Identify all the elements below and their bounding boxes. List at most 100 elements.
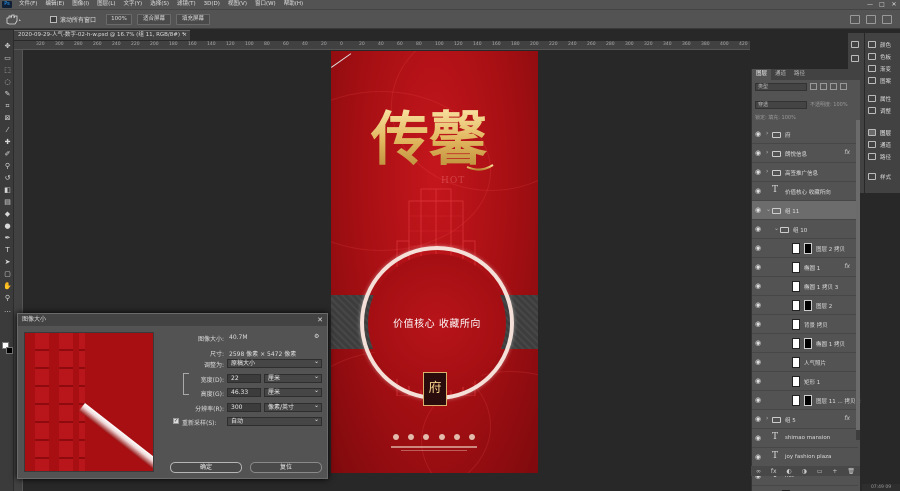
- layer-row[interactable]: ◉ 图层 2: [752, 296, 858, 315]
- menu-type[interactable]: 文字(Y): [120, 0, 147, 9]
- layer-row[interactable]: ◉ ⌄ 组 10: [752, 220, 858, 239]
- visibility-eye-icon[interactable]: ◉: [755, 263, 763, 271]
- clone-stamp-tool-icon[interactable]: ⚲: [3, 162, 12, 170]
- tab-layers[interactable]: 图层: [752, 69, 772, 80]
- swatches-icon[interactable]: [868, 53, 876, 60]
- background-color-swatch[interactable]: [6, 347, 13, 354]
- history-brush-tool-icon[interactable]: ↺: [3, 174, 12, 182]
- layer-thumbnail[interactable]: [792, 300, 800, 311]
- menu-edit[interactable]: 编辑(E): [41, 0, 68, 9]
- history-icon[interactable]: [851, 41, 859, 48]
- layer-thumbnail[interactable]: [792, 395, 800, 406]
- layer-thumbnail[interactable]: [792, 357, 800, 368]
- type-tool-icon[interactable]: T: [3, 246, 12, 254]
- visibility-eye-icon[interactable]: ◉: [755, 415, 763, 423]
- filter-pixel-icon[interactable]: [810, 83, 817, 90]
- width-input[interactable]: 22: [227, 374, 261, 383]
- dock-label-pattern[interactable]: 图案: [880, 77, 891, 85]
- layer-effects-icon[interactable]: fx: [844, 149, 850, 156]
- lasso-tool-icon[interactable]: ◌: [3, 78, 12, 86]
- group-expand-chevron-icon[interactable]: ›: [766, 149, 768, 156]
- visibility-eye-icon[interactable]: ◉: [755, 301, 763, 309]
- crop-tool-icon[interactable]: ⌗: [3, 102, 12, 110]
- layer-filter-select[interactable]: 类型: [755, 83, 807, 91]
- fill-screen-button[interactable]: 填充屏幕: [176, 14, 210, 25]
- close-document-icon[interactable]: ×: [182, 31, 187, 40]
- group-expand-chevron-icon[interactable]: ⌄: [774, 225, 779, 232]
- move-tool-icon[interactable]: ✥: [3, 42, 12, 50]
- maximize-button[interactable]: □: [876, 0, 888, 9]
- width-unit-select[interactable]: 厘米: [264, 373, 322, 383]
- layers-scrollbar-thumb[interactable]: [856, 120, 860, 430]
- layer-mask-thumbnail[interactable]: [804, 338, 812, 349]
- dock-label-adjustments[interactable]: 调整: [880, 107, 891, 115]
- add-mask-icon[interactable]: ◐: [786, 468, 791, 475]
- visibility-eye-icon[interactable]: ◉: [755, 130, 763, 138]
- dock-label-styles[interactable]: 样式: [880, 173, 891, 181]
- visibility-eye-icon[interactable]: ◉: [755, 377, 763, 385]
- visibility-eye-icon[interactable]: ◉: [755, 453, 763, 461]
- layer-row[interactable]: ◉ 图层 2 拷贝: [752, 239, 858, 258]
- layers-icon[interactable]: [868, 129, 876, 136]
- group-expand-chevron-icon[interactable]: ›: [766, 168, 768, 175]
- resolution-input[interactable]: 300: [227, 403, 261, 412]
- dialog-close-icon[interactable]: ✕: [317, 314, 323, 326]
- gradient-icon[interactable]: [868, 65, 876, 72]
- menu-view[interactable]: 视图(V): [224, 0, 251, 9]
- layers-scrollbar[interactable]: [856, 120, 860, 440]
- adjustment-layer-icon[interactable]: ◑: [802, 468, 807, 475]
- new-group-icon[interactable]: ▭: [817, 468, 823, 475]
- zoom-tool-icon[interactable]: ⚲: [3, 294, 12, 302]
- resample-select[interactable]: 自动: [227, 416, 322, 426]
- menu-help[interactable]: 帮助(H): [280, 0, 307, 9]
- layer-mask-thumbnail[interactable]: [804, 243, 812, 254]
- color-swatches[interactable]: [2, 342, 13, 354]
- menu-filter[interactable]: 滤镜(T): [173, 0, 200, 9]
- ok-button[interactable]: 确定: [170, 462, 242, 473]
- more-tools-icon[interactable]: …: [3, 306, 12, 314]
- visibility-eye-icon[interactable]: ◉: [755, 244, 763, 252]
- layer-thumbnail[interactable]: [792, 319, 800, 330]
- layer-thumbnail[interactable]: [792, 376, 800, 387]
- artboard-tool-icon[interactable]: ▭: [3, 54, 12, 62]
- menu-file[interactable]: 文件(F): [15, 0, 41, 9]
- document-tab[interactable]: 2020-09-29-人气-数字-02-h-w.psd @ 16.7% (组 1…: [14, 30, 190, 40]
- resample-checkbox[interactable]: ✓: [173, 418, 179, 424]
- layer-row[interactable]: ◉矩形 4: [752, 486, 858, 491]
- poster-canvas[interactable]: 传馨 HOT 价值核心 收藏所向 府: [331, 51, 538, 473]
- layer-row[interactable]: ◉ 椭圆 1 拷贝: [752, 334, 858, 353]
- pattern-icon[interactable]: [868, 77, 876, 84]
- layer-row[interactable]: ◉ 人气照片: [752, 353, 858, 372]
- layer-row[interactable]: ◉ › 组 5 fx: [752, 410, 858, 429]
- layer-row[interactable]: ◉ 图层 11 ... 拷贝 2: [752, 391, 861, 410]
- layer-mask-thumbnail[interactable]: [804, 395, 812, 406]
- dock-label-color[interactable]: 颜色: [880, 41, 891, 49]
- visibility-eye-icon[interactable]: ◉: [755, 206, 763, 214]
- minimize-button[interactable]: —: [864, 0, 876, 9]
- frame-tool-icon[interactable]: ⊠: [3, 114, 12, 122]
- layer-row[interactable]: ◉ ⌄ 组 11: [752, 201, 858, 220]
- dock-label-properties[interactable]: 属性: [880, 95, 891, 103]
- marquee-tool-icon[interactable]: ⬚: [3, 66, 12, 74]
- layer-thumbnail[interactable]: [792, 262, 800, 273]
- filter-type-icon[interactable]: [830, 83, 837, 90]
- adjustments-icon[interactable]: [868, 107, 876, 114]
- visibility-eye-icon[interactable]: ◉: [755, 358, 763, 366]
- brush-tool-icon[interactable]: ✐: [3, 150, 12, 158]
- layer-effects-icon[interactable]: fx: [844, 415, 850, 422]
- color-icon[interactable]: [868, 41, 876, 48]
- reset-button[interactable]: 复位: [250, 462, 322, 473]
- group-expand-chevron-icon[interactable]: ›: [766, 415, 768, 422]
- paths-icon[interactable]: [868, 153, 876, 160]
- share-icon[interactable]: [882, 15, 892, 24]
- image-preview[interactable]: [24, 332, 154, 472]
- zoom-100-button[interactable]: 100%: [106, 14, 132, 25]
- fit-to-select[interactable]: 原稿大小: [227, 358, 322, 368]
- layer-mask-thumbnail[interactable]: [804, 300, 812, 311]
- visibility-eye-icon[interactable]: ◉: [755, 396, 763, 404]
- group-expand-chevron-icon[interactable]: ›: [766, 130, 768, 137]
- layer-row[interactable]: ◉ Tjoy fashion plaza: [752, 448, 858, 467]
- scroll-all-windows-checkbox[interactable]: [50, 16, 57, 23]
- dock-label-swatches[interactable]: 色板: [880, 53, 891, 61]
- layer-thumbnail[interactable]: [792, 281, 800, 292]
